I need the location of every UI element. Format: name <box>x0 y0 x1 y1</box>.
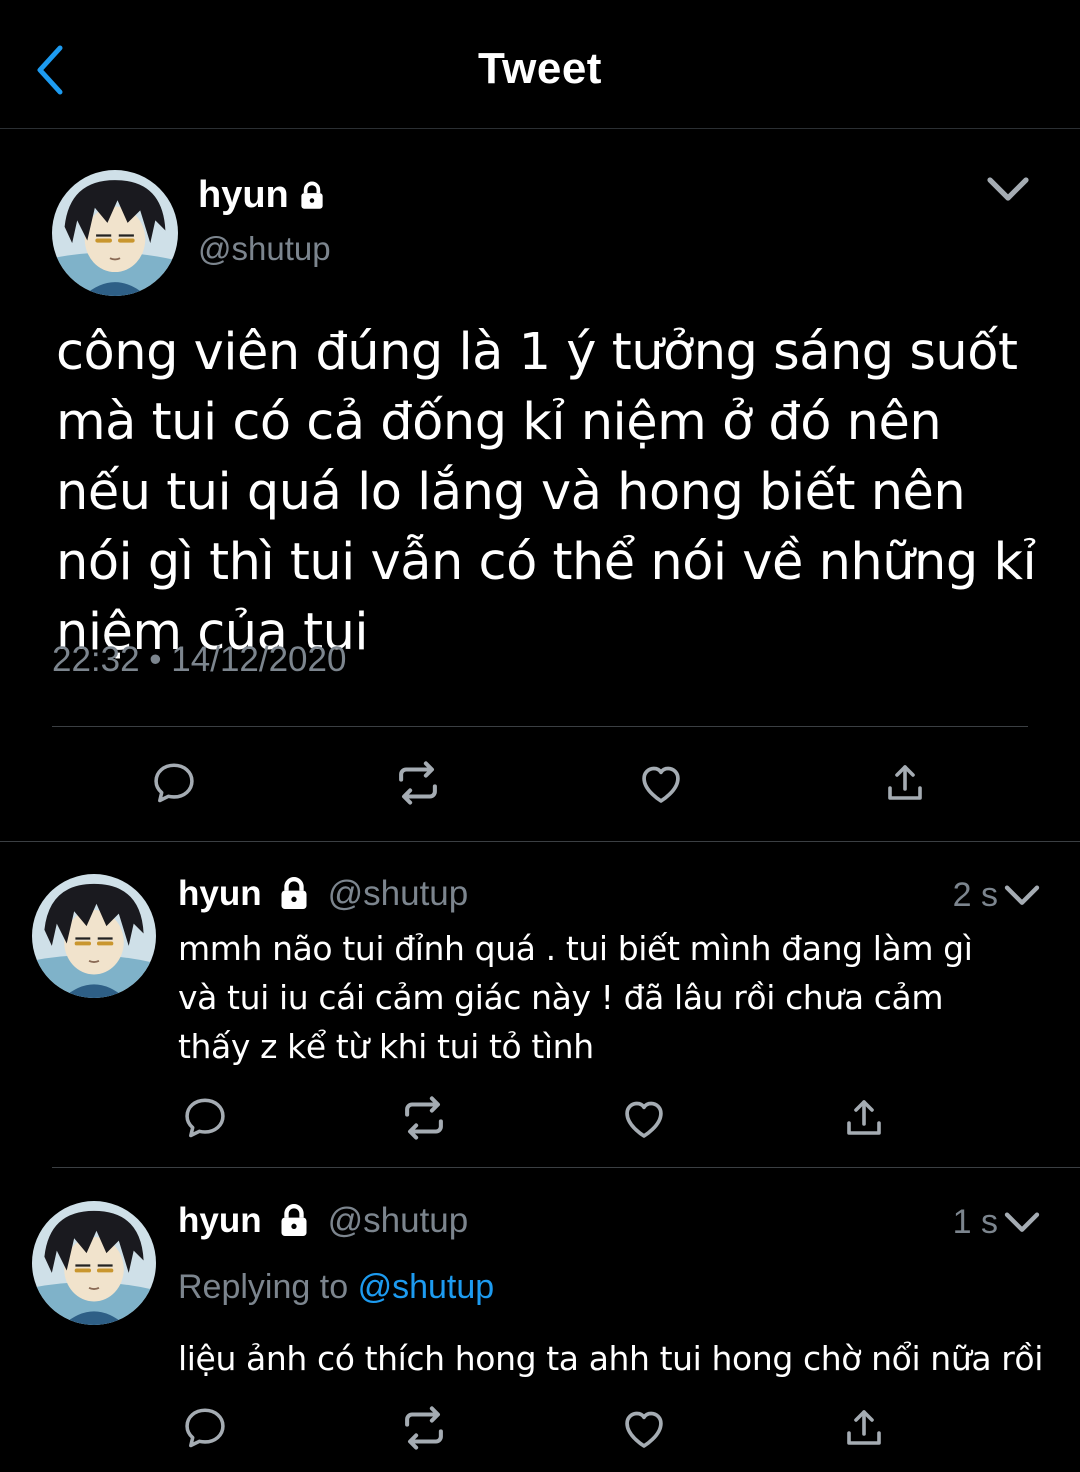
author-handle: @shutup <box>327 1201 469 1240</box>
reply-options-button[interactable] <box>1002 1209 1042 1237</box>
author-name: hyun <box>178 874 262 913</box>
like-icon <box>635 757 687 809</box>
share-button[interactable] <box>832 1086 896 1150</box>
retweet-button[interactable] <box>392 1396 456 1460</box>
reply-options-button[interactable] <box>1002 882 1042 910</box>
avatar[interactable] <box>52 170 178 296</box>
reply-author[interactable]: hyun @shutup <box>178 874 468 914</box>
tweet-text: công viên đúng là 1 ý tưởng sáng suốt mà… <box>56 323 1037 662</box>
avatar[interactable] <box>32 1201 156 1325</box>
chevron-down-icon <box>1002 1209 1042 1237</box>
share-button[interactable] <box>832 1396 896 1460</box>
like-button[interactable] <box>629 751 693 815</box>
author-name-text: hyun <box>198 174 289 216</box>
retweet-icon <box>391 756 445 810</box>
reply-time[interactable]: 2 s <box>900 876 998 915</box>
reply-time[interactable]: 1 s <box>900 1203 998 1242</box>
replying-label: Replying to <box>178 1268 349 1306</box>
share-icon <box>840 1404 888 1452</box>
reply-text: mmh não tui đỉnh quá . tui biết mình đan… <box>178 929 973 1066</box>
reply-icon <box>149 758 199 808</box>
share-button[interactable] <box>873 751 937 815</box>
tweet-timestamp[interactable]: 22:32 • 14/12/2020 <box>52 640 346 680</box>
like-icon <box>618 1092 670 1144</box>
reply-icon <box>180 1093 230 1143</box>
reply-text: liệu ảnh có thích hong ta ahh tui hong c… <box>178 1339 1043 1378</box>
reply-button[interactable] <box>142 751 206 815</box>
reply-button[interactable] <box>173 1086 237 1150</box>
author-handle[interactable]: @shutup <box>198 230 331 268</box>
chevron-down-icon <box>984 172 1032 208</box>
divider <box>52 726 1028 727</box>
divider <box>52 1167 1080 1168</box>
divider <box>0 841 1080 842</box>
retweet-button[interactable] <box>386 751 450 815</box>
like-button[interactable] <box>612 1396 676 1460</box>
author-name: hyun <box>178 1201 262 1240</box>
like-icon <box>618 1402 670 1454</box>
reply-button[interactable] <box>173 1396 237 1460</box>
author-handle: @shutup <box>327 874 469 913</box>
mention-link[interactable]: @shutup <box>358 1268 495 1306</box>
share-icon <box>840 1094 888 1142</box>
page-title: Tweet <box>478 44 602 93</box>
lock-icon <box>274 1201 314 1241</box>
lock-icon <box>274 874 314 914</box>
retweet-icon <box>397 1401 451 1455</box>
author-name[interactable]: hyun <box>198 174 329 217</box>
avatar[interactable] <box>32 874 156 998</box>
tweet-options-button[interactable] <box>984 172 1032 208</box>
share-icon <box>881 759 929 807</box>
reply-icon <box>180 1403 230 1453</box>
reply-author[interactable]: hyun @shutup <box>178 1201 468 1241</box>
retweet-icon <box>397 1091 451 1145</box>
lock-icon <box>295 179 329 213</box>
like-button[interactable] <box>612 1086 676 1150</box>
chevron-down-icon <box>1002 882 1042 910</box>
retweet-button[interactable] <box>392 1086 456 1150</box>
replying-to: Replying to @shutup <box>178 1268 494 1307</box>
